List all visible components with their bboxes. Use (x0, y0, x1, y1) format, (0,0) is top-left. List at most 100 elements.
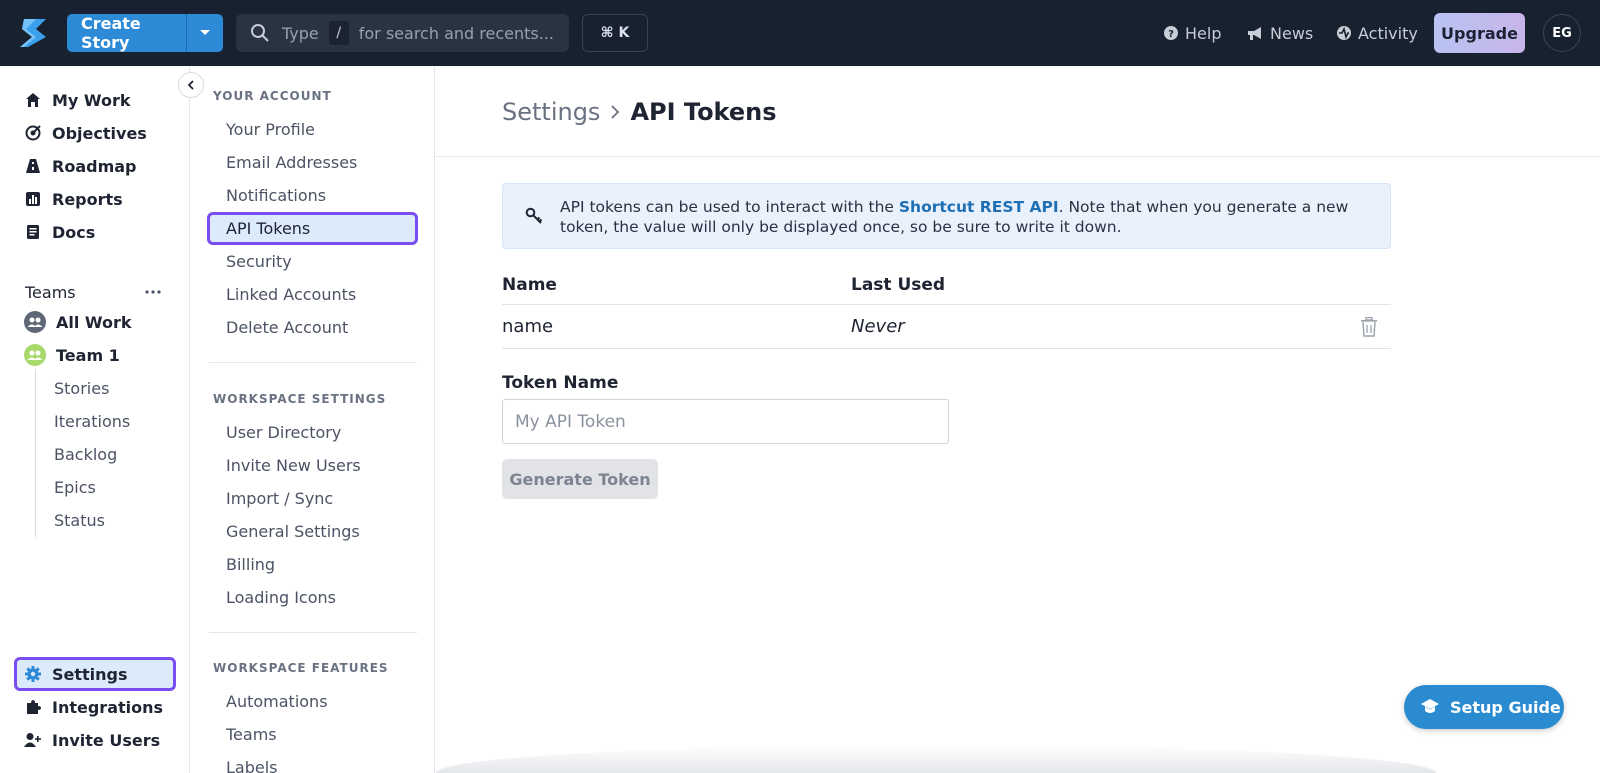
settings-item-labels[interactable]: Labels (226, 758, 278, 773)
sidebar-item-label: Roadmap (52, 156, 137, 176)
team-sub-item-status[interactable]: Status (54, 511, 105, 530)
sidebar-item-label: Objectives (52, 123, 147, 143)
settings-item-email-addresses[interactable]: Email Addresses (226, 153, 357, 172)
sidebar-item-objectives[interactable]: Objectives (24, 118, 147, 148)
home-icon (24, 91, 42, 109)
token-name-cell: name (502, 316, 554, 337)
svg-text:?: ? (1168, 29, 1174, 40)
workspace-settings-title: WORKSPACE SETTINGS (213, 392, 387, 406)
collapse-sidebar-button[interactable] (178, 72, 204, 98)
activity-link[interactable]: Activity (1336, 0, 1418, 66)
api-info-text: API tokens can be used to interact with … (560, 197, 1370, 237)
roadmap-icon (24, 157, 42, 175)
breadcrumb: Settings API Tokens (502, 98, 777, 126)
users-icon (24, 311, 46, 333)
news-link[interactable]: News (1246, 0, 1313, 66)
shortcut-rest-api-link[interactable]: Shortcut REST API (899, 198, 1059, 216)
info-text-before: API tokens can be used to interact with … (560, 198, 899, 216)
settings-item-linked-accounts[interactable]: Linked Accounts (226, 285, 356, 304)
chart-icon (24, 190, 42, 208)
settings-item-automations[interactable]: Automations (226, 692, 328, 711)
help-icon: ? (1164, 26, 1178, 40)
delete-token-button[interactable] (1360, 316, 1378, 341)
teams-heading: Teams (25, 277, 76, 307)
megaphone-icon (1248, 27, 1261, 40)
settings-divider (209, 362, 417, 363)
shortcut-logo-icon[interactable] (16, 17, 50, 49)
setup-guide-button[interactable]: Setup Guide (1404, 685, 1564, 729)
team-sub-item-iterations[interactable]: Iterations (54, 412, 130, 431)
sidebar-item-label: Invite Users (52, 730, 161, 750)
search-input[interactable]: Type / for search and recents... (236, 14, 569, 52)
help-label: Help (1185, 23, 1222, 43)
sidebar-item-label: Integrations (52, 697, 164, 717)
sidebar-item-label: Reports (52, 189, 123, 209)
sidebar-item-settings[interactable]: Settings (24, 659, 128, 689)
news-label: News (1270, 23, 1314, 43)
generate-token-button[interactable]: Generate Token (502, 459, 658, 499)
settings-item-your-profile[interactable]: Your Profile (226, 120, 315, 139)
sidebar-item-label: Team 1 (56, 345, 120, 365)
token-name-label: Token Name (502, 373, 619, 393)
sidebar-item-label: Docs (52, 222, 96, 242)
search-placeholder: for search and recents... (358, 23, 554, 43)
create-story-button[interactable]: Create Story (67, 14, 186, 52)
settings-item-teams[interactable]: Teams (226, 725, 277, 744)
settings-item-delete-account[interactable]: Delete Account (226, 318, 348, 337)
sidebar-item-invite-users[interactable]: Invite Users (24, 725, 160, 755)
sidebar-item-all-work[interactable]: All Work (24, 307, 132, 337)
team-icon (24, 344, 46, 366)
chevron-left-icon (187, 80, 194, 90)
sidebar-item-label: My Work (52, 90, 131, 110)
teams-title: Teams (25, 282, 76, 302)
gear-icon (24, 665, 42, 683)
activity-icon (1337, 26, 1351, 40)
settings-item-user-directory[interactable]: User Directory (226, 423, 341, 442)
breadcrumb-settings-link[interactable]: Settings (502, 98, 600, 126)
sidebar-item-team-1[interactable]: Team 1 (24, 340, 120, 370)
top-bar: Create Story Type / for search and recen… (0, 0, 1600, 66)
team-tree-line (35, 369, 36, 537)
upgrade-button[interactable]: Upgrade (1434, 13, 1525, 53)
settings-item-notifications[interactable]: Notifications (226, 186, 326, 205)
column-header-name: Name (502, 275, 557, 295)
team-sub-item-stories[interactable]: Stories (54, 379, 109, 398)
user-avatar[interactable]: EG (1543, 14, 1581, 52)
table-row-divider (502, 348, 1391, 349)
token-last-used-cell: Never (851, 316, 905, 337)
sidebar-item-docs[interactable]: Docs (24, 217, 95, 247)
token-name-input[interactable] (502, 399, 949, 444)
search-type-text: Type (282, 23, 319, 43)
search-slash-key: / (328, 21, 349, 45)
header-divider (436, 156, 1600, 157)
more-horizontal-icon (145, 290, 161, 294)
team-sub-item-epics[interactable]: Epics (54, 478, 96, 497)
help-link[interactable]: ? Help (1163, 0, 1221, 66)
settings-divider (209, 632, 417, 633)
trash-icon (1361, 316, 1377, 337)
search-icon (251, 24, 269, 42)
create-story-dropdown[interactable] (186, 14, 223, 52)
sidebar-item-integrations[interactable]: Integrations (24, 692, 163, 722)
settings-item-general-settings[interactable]: General Settings (226, 522, 360, 541)
team-sub-item-backlog[interactable]: Backlog (54, 445, 117, 464)
sidebar-item-roadmap[interactable]: Roadmap (24, 151, 136, 181)
chevron-right-icon (611, 105, 620, 119)
settings-item-import-sync[interactable]: Import / Sync (226, 489, 333, 508)
command-palette-button[interactable]: ⌘ K (582, 14, 648, 52)
settings-item-security[interactable]: Security (226, 252, 292, 271)
add-user-icon (24, 731, 42, 749)
workspace-features-title: WORKSPACE FEATURES (213, 661, 389, 675)
sidebar-item-label: Settings (52, 664, 128, 684)
doc-icon (24, 223, 42, 241)
puzzle-icon (24, 698, 42, 716)
setup-guide-label: Setup Guide (1450, 697, 1561, 717)
settings-item-billing[interactable]: Billing (226, 555, 275, 574)
sidebar-item-reports[interactable]: Reports (24, 184, 123, 214)
key-icon (525, 207, 543, 224)
settings-item-invite-new-users[interactable]: Invite New Users (226, 456, 361, 475)
settings-item-api-tokens[interactable]: API Tokens (226, 219, 310, 238)
settings-item-loading-icons[interactable]: Loading Icons (226, 588, 336, 607)
teams-more-button[interactable] (144, 282, 162, 306)
sidebar-item-my-work[interactable]: My Work (24, 85, 131, 115)
